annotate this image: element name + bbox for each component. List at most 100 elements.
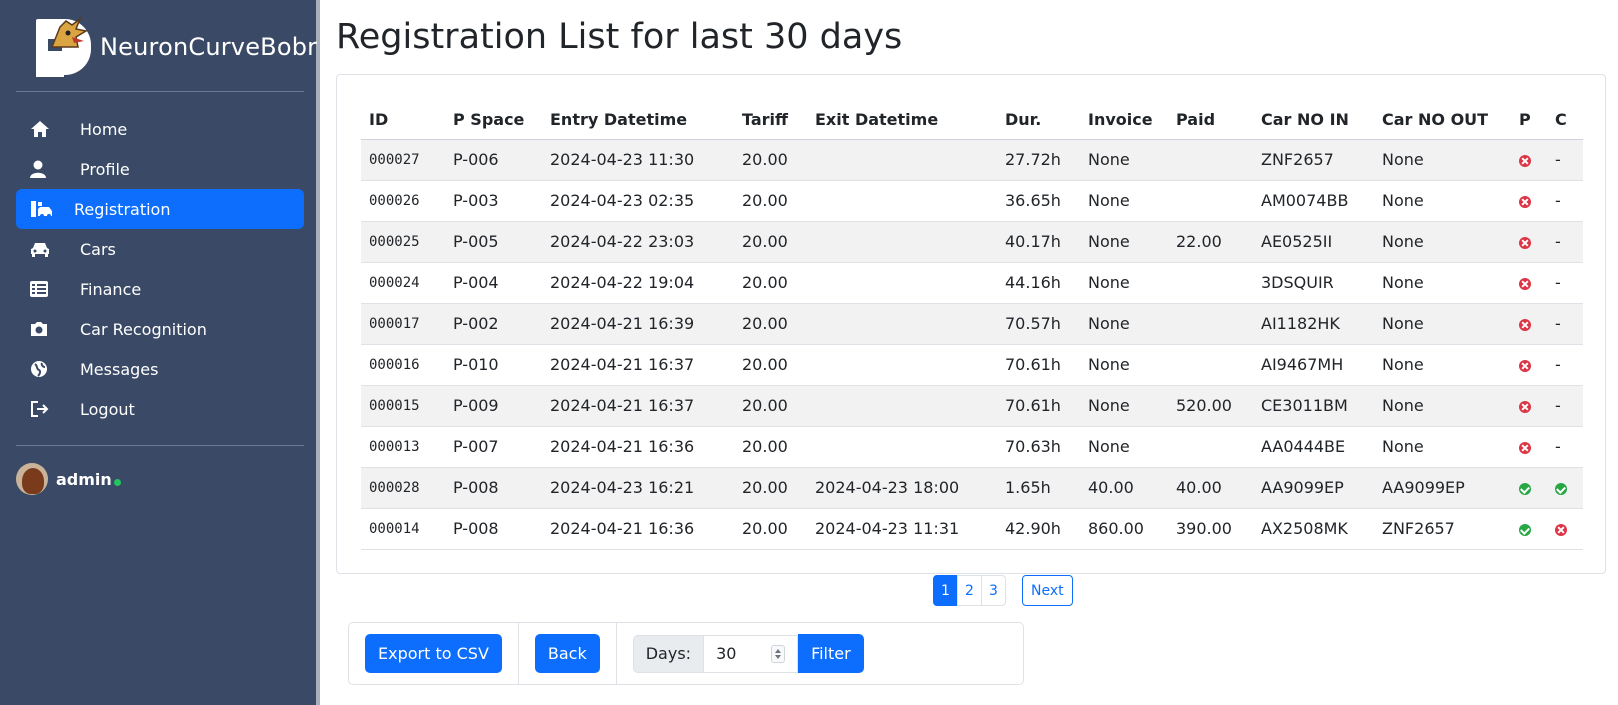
sidebar-item-label: Finance <box>80 279 142 299</box>
cell-tariff: 20.00 <box>734 426 807 468</box>
cell-c <box>1547 467 1583 509</box>
cell-paid: 520.00 <box>1168 385 1253 427</box>
number-stepper-icon[interactable] <box>771 644 786 663</box>
cell-tariff: 20.00 <box>734 385 807 427</box>
x-circle-icon <box>1519 195 1531 208</box>
page-2-button[interactable]: 2 <box>957 575 982 606</box>
sidebar-item-label: Home <box>80 119 128 139</box>
column-header-p[interactable]: P <box>1511 101 1547 140</box>
brand[interactable]: NeuronCurveBobr <box>36 17 317 77</box>
cell-invoice: None <box>1080 221 1168 263</box>
sidebar-item-logout[interactable]: Logout <box>16 389 304 429</box>
table-row[interactable]: 000013 P-007 2024-04-21 16:36 20.00 70.63h No… <box>361 426 1583 468</box>
cell-c: - <box>1547 180 1583 222</box>
cell-car-no-in: AI9467MH <box>1253 344 1374 386</box>
column-header-exit-datetime[interactable]: Exit Datetime <box>807 101 997 140</box>
cell-car-no-in: AI1182HK <box>1253 303 1374 345</box>
cell-duration: 40.17h <box>997 221 1080 263</box>
table-row[interactable]: 000014 P-008 2024-04-21 16:36 20.00 2024-04-… <box>361 508 1583 550</box>
table-row[interactable]: 000024 P-004 2024-04-22 19:04 20.00 44.16h No… <box>361 262 1583 304</box>
cell-id: 000016 <box>361 344 445 386</box>
table-body: 000027 P-006 2024-04-23 11:30 20.00 27.72h No… <box>361 139 1583 550</box>
cell-invoice: None <box>1080 262 1168 304</box>
next-page-button[interactable]: Next <box>1022 575 1073 606</box>
table-row[interactable]: 000015 P-009 2024-04-21 16:37 20.00 70.61h No… <box>361 385 1583 427</box>
column-header-invoice[interactable]: Invoice <box>1080 101 1168 140</box>
table-row[interactable]: 000016 P-010 2024-04-21 16:37 20.00 70.61h No… <box>361 344 1583 386</box>
sidebar-item-registration[interactable]: Registration <box>16 189 304 229</box>
column-header-car-no-out[interactable]: Car NO OUT <box>1374 101 1511 140</box>
cell-exit-datetime <box>807 303 997 345</box>
brand-name: NeuronCurveBobr <box>100 33 318 61</box>
sidebar-item-profile[interactable]: Profile <box>16 149 304 189</box>
column-header-entry-datetime[interactable]: Entry Datetime <box>542 101 734 140</box>
table-row[interactable]: 000017 P-002 2024-04-21 16:39 20.00 70.57h No… <box>361 303 1583 345</box>
cell-paid: 22.00 <box>1168 221 1253 263</box>
cell-entry-datetime: 2024-04-23 02:35 <box>542 180 734 222</box>
sidebar-divider <box>16 445 304 446</box>
sidebar-item-cars[interactable]: Cars <box>16 229 304 269</box>
page-title: Registration List for last 30 days <box>336 17 903 57</box>
logo-icon <box>36 17 92 77</box>
cell-exit-datetime <box>807 180 997 222</box>
cell-exit-datetime: 2024-04-23 18:00 <box>807 467 997 509</box>
cell-car-no-out: None <box>1374 221 1511 263</box>
cell-entry-datetime: 2024-04-21 16:39 <box>542 303 734 345</box>
list-icon <box>30 279 54 299</box>
user-menu[interactable]: admin <box>16 463 121 495</box>
page-3-button[interactable]: 3 <box>981 575 1006 606</box>
table-row[interactable]: 000027 P-006 2024-04-23 11:30 20.00 27.72h No… <box>361 139 1583 181</box>
cell-paid <box>1168 303 1253 345</box>
car-icon <box>30 239 54 259</box>
cell-exit-datetime <box>807 426 997 468</box>
table-row[interactable]: 000026 P-003 2024-04-23 02:35 20.00 36.65h No… <box>361 180 1583 222</box>
cell-id: 000027 <box>361 139 445 181</box>
cell-entry-datetime: 2024-04-23 11:30 <box>542 139 734 181</box>
cell-p <box>1511 467 1547 509</box>
sidebar-item-label: Logout <box>80 399 135 419</box>
column-header-car-no-in[interactable]: Car NO IN <box>1253 101 1374 140</box>
page-1-button[interactable]: 1 <box>933 575 958 606</box>
check-circle-icon <box>1519 523 1531 536</box>
filter-section: Days: 30 Filter <box>617 623 880 684</box>
column-header-p-space[interactable]: P Space <box>445 101 542 140</box>
back-button[interactable]: Back <box>534 634 600 673</box>
controls-bar: Export to CSV Back Days: 30 Filter <box>348 622 1024 685</box>
cell-invoice: None <box>1080 139 1168 181</box>
back-section: Back <box>519 623 617 684</box>
sidebar-item-car-recognition[interactable]: Car Recognition <box>16 309 304 349</box>
column-header-c[interactable]: C <box>1547 101 1583 140</box>
column-header-id[interactable]: ID <box>361 101 445 140</box>
cell-p-space: P-003 <box>445 180 542 222</box>
cell-invoice: None <box>1080 344 1168 386</box>
cell-id: 000017 <box>361 303 445 345</box>
cell-c <box>1547 508 1583 550</box>
days-label: Days: <box>632 634 705 673</box>
x-circle-icon <box>1519 359 1531 372</box>
cell-invoice: None <box>1080 426 1168 468</box>
sidebar-item-messages[interactable]: Messages <box>16 349 304 389</box>
filter-button[interactable]: Filter <box>798 634 864 673</box>
cell-exit-datetime <box>807 385 997 427</box>
cell-p <box>1511 180 1547 222</box>
cell-c: - <box>1547 139 1583 181</box>
table-row[interactable]: 000028 P-008 2024-04-23 16:21 20.00 2024-04-… <box>361 467 1583 509</box>
cell-car-no-out: None <box>1374 139 1511 181</box>
cell-id: 000015 <box>361 385 445 427</box>
cell-p-space: P-008 <box>445 508 542 550</box>
table-row[interactable]: 000025 P-005 2024-04-22 23:03 20.00 40.17h No… <box>361 221 1583 263</box>
cell-paid: 40.00 <box>1168 467 1253 509</box>
sidebar-item-finance[interactable]: Finance <box>16 269 304 309</box>
days-input[interactable]: 30 <box>704 634 799 673</box>
cell-tariff: 20.00 <box>734 139 807 181</box>
cell-id: 000026 <box>361 180 445 222</box>
cell-p <box>1511 508 1547 550</box>
cell-p <box>1511 426 1547 468</box>
export-csv-button[interactable]: Export to CSV <box>365 634 502 673</box>
column-header-paid[interactable]: Paid <box>1168 101 1253 140</box>
sidebar-item-home[interactable]: Home <box>16 109 304 149</box>
column-header-duration[interactable]: Dur. <box>997 101 1080 140</box>
column-header-tariff[interactable]: Tariff <box>734 101 807 140</box>
cell-exit-datetime: 2024-04-23 11:31 <box>807 508 997 550</box>
sidebar-item-label: Messages <box>80 359 159 379</box>
